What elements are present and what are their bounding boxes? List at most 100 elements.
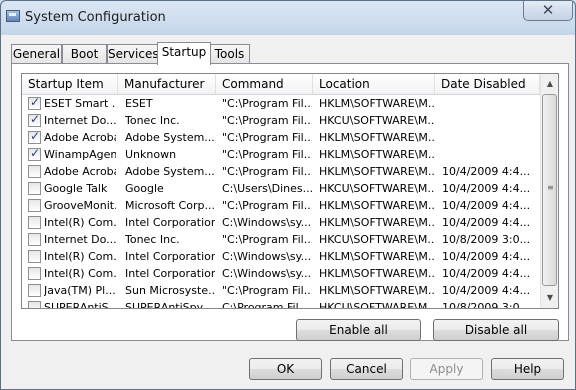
startup-item-checkbox[interactable] (28, 216, 41, 229)
command-cell: C:\Windows\sy... (222, 250, 312, 263)
command-cell: "C:\Program Fil... (222, 165, 312, 178)
column-header-command[interactable]: Command (216, 74, 313, 94)
startup-item-checkbox[interactable] (28, 199, 41, 212)
command-cell: "C:\Program Fil... (222, 284, 312, 297)
scrollbar-thumb[interactable]: ≡ (542, 94, 557, 286)
location-cell: HKLM\SOFTWARE\M... (319, 131, 434, 144)
startup-item-checkbox[interactable] (28, 250, 41, 263)
startup-item-checkbox[interactable] (28, 95, 41, 110)
date-disabled-cell: 10/4/2009 4:4... (442, 216, 531, 229)
ok-button[interactable]: OK (249, 358, 322, 380)
startup-item-checkbox[interactable] (28, 182, 41, 195)
list-header: Startup Item Manufacturer Command Locati… (22, 74, 540, 95)
apply-button[interactable]: Apply (410, 358, 483, 380)
command-cell: C:\Program Fil... (222, 301, 310, 309)
tab-services[interactable]: Services (107, 44, 159, 64)
command-cell: C:\Users\Dines... (222, 182, 312, 195)
manufacturer-cell: Microsoft Corp... (125, 199, 215, 212)
startup-item-checkbox[interactable] (28, 146, 41, 161)
tab-startup[interactable]: Startup (157, 42, 211, 65)
location-cell: HKLM\SOFTWARE\M... (319, 148, 434, 161)
manufacturer-cell: Intel Corporation (125, 250, 215, 263)
date-disabled-cell: 10/4/2009 4:4... (442, 284, 531, 297)
table-row[interactable]: WinampAgent Unknown "C:\Program Fil... HKLM… (22, 146, 540, 163)
column-header-location[interactable]: Location (313, 74, 435, 94)
column-header-date-disabled[interactable]: Date Disabled (435, 74, 540, 94)
startup-item-checkbox[interactable] (28, 284, 41, 297)
manufacturer-cell: Sun Microsyste... (125, 284, 215, 297)
date-disabled-cell (442, 95, 539, 112)
enable-all-button[interactable]: Enable all (296, 319, 421, 341)
title-bar[interactable]: System Configuration ✕ (1, 1, 575, 35)
scroll-up-arrow-icon[interactable]: ▲ (543, 76, 557, 92)
cancel-button[interactable]: Cancel (330, 358, 403, 380)
startup-item-checkbox[interactable] (28, 301, 41, 308)
manufacturer-cell: Intel Corporation (125, 216, 215, 229)
command-cell: "C:\Program Fil... (222, 97, 312, 110)
help-button[interactable]: Help (491, 358, 564, 380)
startup-items-list[interactable]: Startup Item Manufacturer Command Locati… (21, 73, 559, 309)
startup-item-cell: Adobe Acrobat (44, 165, 116, 178)
date-disabled-cell (442, 112, 539, 129)
tab-general[interactable]: General (11, 44, 62, 64)
startup-item-cell: SUPERAntiS... (44, 301, 116, 309)
date-disabled-cell (442, 146, 539, 163)
manufacturer-cell: ESET (125, 97, 153, 110)
date-disabled-cell: 10/4/2009 4:4... (442, 199, 531, 212)
table-row[interactable]: Internet Do... Tonec Inc. "C:\Program Fil.… (22, 231, 540, 248)
command-cell: "C:\Program Fil... (222, 148, 312, 161)
table-row[interactable]: Google Talk Google C:\Users\Dines... HKCU\S… (22, 180, 540, 197)
startup-item-checkbox[interactable] (28, 129, 41, 144)
table-row[interactable]: SUPERAntiS... SUPERAntiSpy... C:\Program F… (22, 299, 540, 309)
system-configuration-window: System Configuration ✕ General Boot Serv… (0, 0, 576, 390)
table-row[interactable]: Intel(R) Com... Intel Corporation C:\Windo… (22, 265, 540, 282)
location-cell: HKLM\SOFTWARE\M... (319, 165, 434, 178)
column-header-startup-item[interactable]: Startup Item (22, 74, 118, 94)
startup-item-checkbox[interactable] (28, 233, 41, 246)
location-cell: HKLM\SOFTWARE\M... (319, 199, 434, 212)
dialog-client: General Boot Services Startup Tools Star… (7, 35, 569, 387)
location-cell: HKLM\SOFTWARE\M... (319, 97, 434, 110)
table-row[interactable]: Java(TM) Pl... Sun Microsyste... "C:\Progr… (22, 282, 540, 299)
table-row[interactable]: ESET Smart ... ESET "C:\Program Fil... HKLM… (22, 95, 540, 112)
disable-all-button[interactable]: Disable all (433, 319, 559, 341)
manufacturer-cell: Adobe System... (125, 165, 215, 178)
startup-item-checkbox[interactable] (28, 165, 41, 178)
tab-boot[interactable]: Boot (62, 44, 107, 64)
msconfig-icon (6, 10, 20, 22)
manufacturer-cell: SUPERAntiSpy... (125, 301, 213, 309)
startup-item-cell: WinampAgent (44, 148, 116, 161)
vertical-scrollbar[interactable]: ▲ ≡ ▼ (540, 74, 558, 308)
tab-tools[interactable]: Tools (209, 44, 250, 64)
window-title: System Configuration (25, 10, 166, 25)
table-row[interactable]: Intel(R) Com... Intel Corporation C:\Windo… (22, 214, 540, 231)
startup-item-cell: ESET Smart ... (44, 97, 116, 110)
close-button[interactable]: ✕ (523, 1, 573, 21)
manufacturer-cell: Tonec Inc. (125, 233, 180, 246)
column-header-manufacturer[interactable]: Manufacturer (118, 74, 216, 94)
startup-item-checkbox[interactable] (28, 267, 41, 280)
date-disabled-cell: 10/4/2009 4:4... (442, 182, 531, 195)
location-cell: HKLM\SOFTWARE\M... (319, 284, 434, 297)
command-cell: C:\Windows\sy... (222, 267, 312, 280)
table-row[interactable]: Internet Do... Tonec Inc. "C:\Program Fil.… (22, 112, 540, 129)
location-cell: HKLM\SOFTWARE\M... (319, 216, 434, 229)
date-disabled-cell: 10/8/2009 3:0... (442, 233, 531, 246)
scroll-down-arrow-icon[interactable]: ▼ (543, 290, 557, 306)
location-cell: HKCU\SOFTWARE\M... (319, 182, 434, 195)
command-cell: C:\Windows\sy... (222, 216, 312, 229)
startup-item-checkbox[interactable] (28, 112, 41, 127)
startup-item-cell: Intel(R) Com... (44, 216, 116, 229)
command-cell: "C:\Program Fil... (222, 131, 312, 144)
startup-item-cell: GrooveMonit... (44, 199, 116, 212)
table-row[interactable]: Intel(R) Com... Intel Corporation C:\Windo… (22, 248, 540, 265)
date-disabled-cell: 10/4/2009 4:4... (442, 267, 531, 280)
manufacturer-cell: Adobe System... (125, 131, 215, 144)
startup-item-cell: Java(TM) Pl... (44, 284, 116, 297)
table-row[interactable]: GrooveMonit... Microsoft Corp... "C:\Progr… (22, 197, 540, 214)
table-row[interactable]: Adobe Acrobat Adobe System... "C:\Program … (22, 129, 540, 146)
location-cell: HKLM\SOFTWARE\M... (319, 250, 434, 263)
manufacturer-cell: Intel Corporation (125, 267, 215, 280)
location-cell: HKCU\SOFTWARE\M... (319, 114, 434, 127)
table-row[interactable]: Adobe Acrobat Adobe System... "C:\Program … (22, 163, 540, 180)
